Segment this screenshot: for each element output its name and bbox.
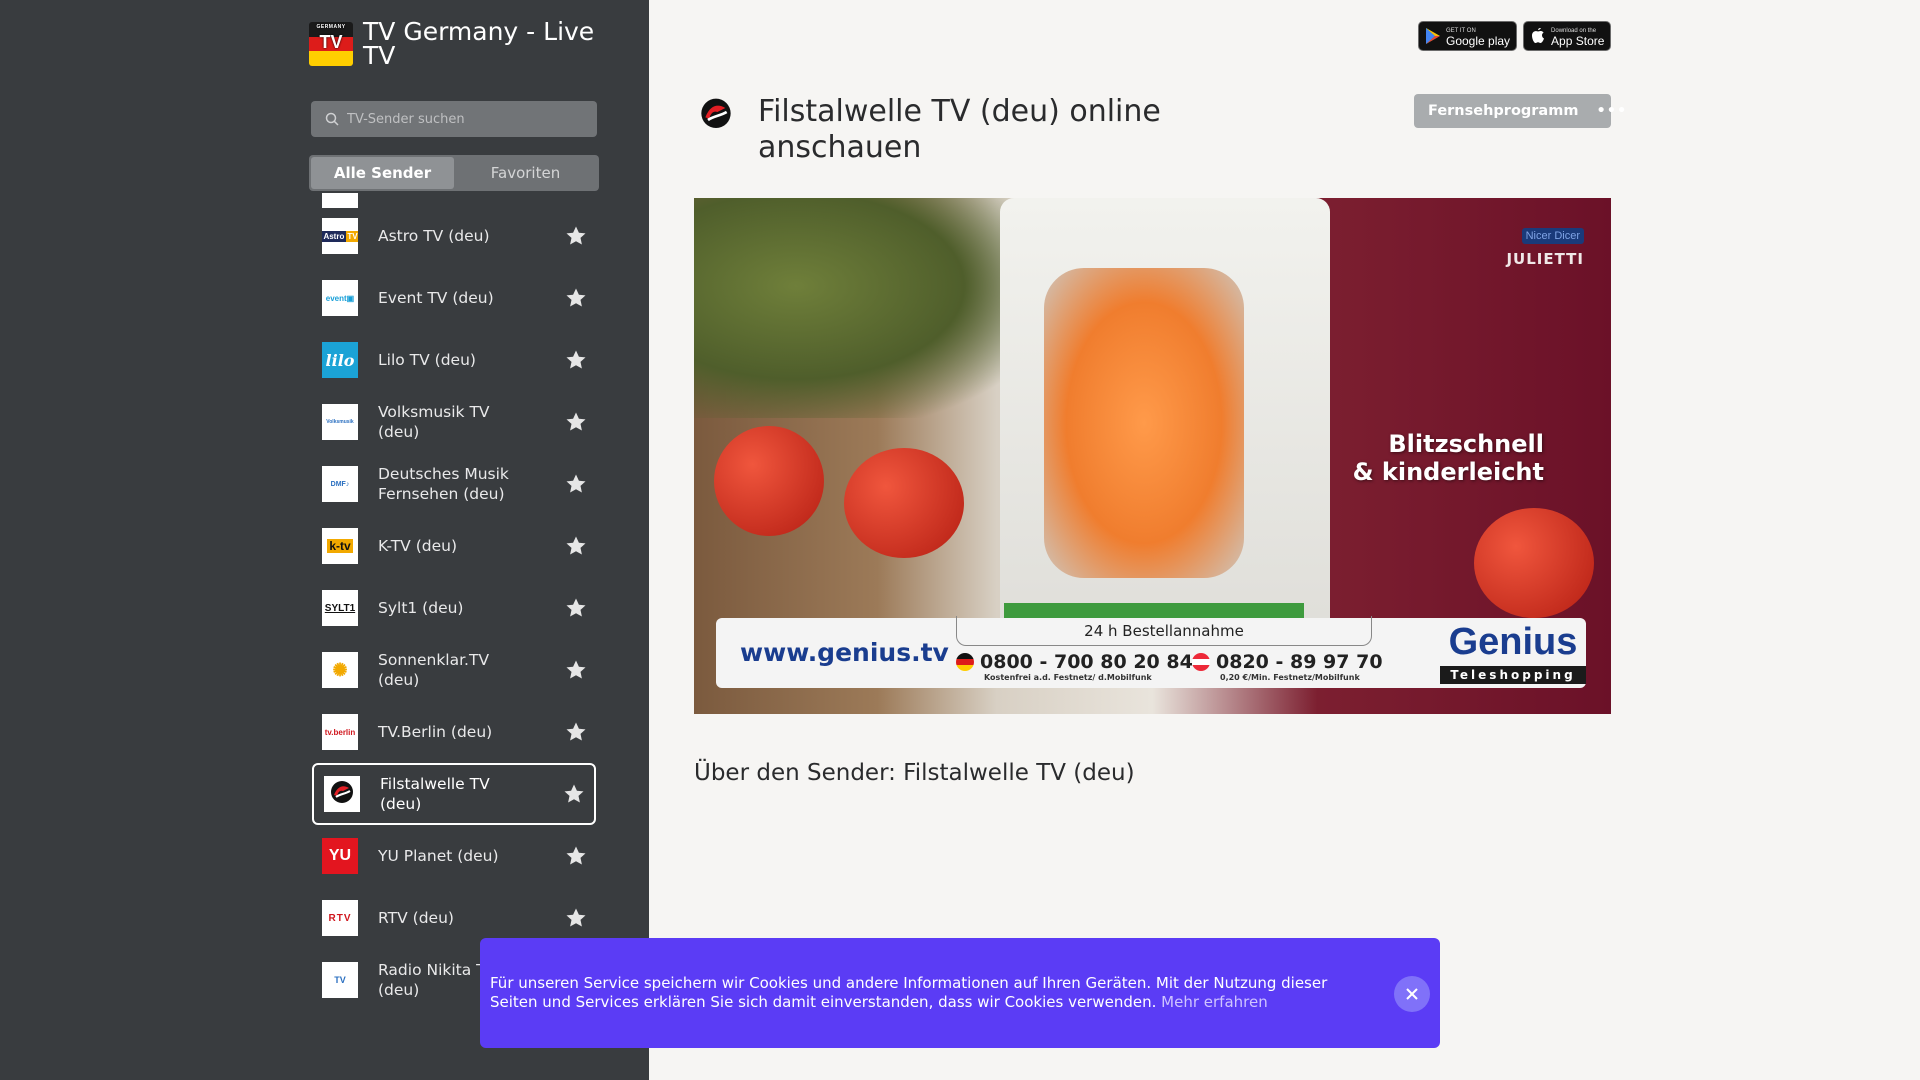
channel-name: K-TV (deu) xyxy=(378,537,457,555)
order-url: www.genius.tv xyxy=(740,638,949,667)
channel-item[interactable]: DMF♪ Deutsches Musik Fernsehen (deu) xyxy=(312,453,596,515)
channel-name: Deutsches Musik Fernsehen (deu) xyxy=(378,465,509,503)
channel-logo-sylt1: SYLT1 xyxy=(322,590,358,626)
channel-logo-tv-berlin: tv.berlin xyxy=(322,714,358,750)
favorite-star-icon[interactable] xyxy=(564,844,588,868)
channel-name: YU Planet (deu) xyxy=(378,847,499,865)
germany-flag-icon xyxy=(956,653,974,671)
channel-item[interactable]: tv.berlin TV.Berlin (deu) xyxy=(312,701,596,763)
carrot-window-shape xyxy=(1044,268,1244,578)
channel-name: Astro TV (deu) xyxy=(378,227,490,245)
favorite-star-icon[interactable] xyxy=(564,286,588,310)
channel-item[interactable]: Astro TV Astro TV (deu) xyxy=(312,205,596,267)
favorite-star-icon[interactable] xyxy=(562,782,586,806)
order-label: 24 h Bestellannahme xyxy=(956,616,1372,646)
tv-program-label: Fernsehprogramm xyxy=(1428,103,1579,119)
tomato-shape xyxy=(844,448,964,558)
channel-logo-event-tv: event▣ xyxy=(322,280,358,316)
tab-all-channels[interactable]: Alle Sender xyxy=(311,157,454,189)
channel-logo-nikita-tv: TV xyxy=(322,962,358,998)
channel-logo-dmf: DMF♪ xyxy=(322,466,358,502)
favorite-star-icon[interactable] xyxy=(564,410,588,434)
tomato-shape xyxy=(1474,508,1594,618)
channel-name: Volksmusik TV (deu) xyxy=(378,403,490,441)
channel-name: Event TV (deu) xyxy=(378,289,494,307)
close-icon xyxy=(1406,988,1418,1000)
favorite-star-icon[interactable] xyxy=(564,906,588,930)
search-box[interactable] xyxy=(311,101,597,137)
google-play-badge[interactable]: GET IT ON Google play xyxy=(1418,21,1518,51)
genius-logo: Genius Teleshopping xyxy=(1440,618,1586,684)
store-badges: GET IT ON Google play Download on the Ap… xyxy=(1418,21,1612,51)
channel-name: Lilo TV (deu) xyxy=(378,351,476,369)
channel-name: TV.Berlin (deu) xyxy=(378,723,493,741)
about-heading: Über den Sender: Filstalwelle TV (deu) xyxy=(694,760,1135,786)
favorite-star-icon[interactable] xyxy=(564,658,588,682)
channel-logo-yu-planet: YU xyxy=(322,838,358,874)
order-bar: www.genius.tv 24 h Bestellannahme 0800 -… xyxy=(716,616,1586,688)
cookie-more-link[interactable]: Mehr erfahren xyxy=(1161,993,1268,1011)
search-icon xyxy=(325,112,339,126)
phone-de: 0800 - 700 80 20 846 Kostenfrei a.d. Fes… xyxy=(956,651,1206,682)
channel-name: Sylt1 (deu) xyxy=(378,599,464,617)
app-logo-icon: GERMANY TV xyxy=(309,22,353,66)
favorite-star-icon[interactable] xyxy=(564,596,588,620)
app-title: TV Germany - Live TV xyxy=(363,17,595,70)
apple-icon xyxy=(1532,27,1545,43)
video-tagline: Blitzschnell & kinderleicht xyxy=(1352,430,1544,486)
channel-name: RTV (deu) xyxy=(378,909,454,927)
channel-logo-astro-tv: Astro TV xyxy=(322,218,358,254)
video-player[interactable]: Nicer Dicer JULIETTI Blitzschnell & kind… xyxy=(694,198,1611,714)
channel-item[interactable]: k-tv K-TV (deu) xyxy=(312,515,596,577)
channel-item[interactable]: lilo Lilo TV (deu) xyxy=(312,329,596,391)
app-store-badge[interactable]: Download on the App Store xyxy=(1523,21,1612,51)
channel-item[interactable]: event▣ Event TV (deu) xyxy=(312,267,596,329)
channel-logo-rtv: RTV xyxy=(322,900,358,936)
app-brand[interactable]: GERMANY TV TV Germany - Live TV xyxy=(309,17,603,70)
tab-favorites[interactable]: Favoriten xyxy=(454,157,597,189)
tv-program-button[interactable]: Fernsehprogramm ••• xyxy=(1414,94,1626,128)
page-title: Filstalwelle TV (deu) online anschauen xyxy=(758,94,1161,165)
channel-item[interactable]: Volksmusik Volksmusik TV (deu) xyxy=(312,391,596,453)
favorite-star-icon[interactable] xyxy=(564,224,588,248)
channel-item[interactable]: SYLT1 Sylt1 (deu) xyxy=(312,577,596,639)
favorite-star-icon[interactable] xyxy=(564,472,588,496)
tomato-shape xyxy=(714,426,824,536)
more-icon: ••• xyxy=(1596,103,1628,119)
filstalwelle-logo-icon xyxy=(694,94,738,138)
phone-at: 0820 - 89 97 70 0,20 €/Min. Festnetz/Mob… xyxy=(1192,651,1383,682)
google-play-icon xyxy=(1426,28,1440,44)
favorite-star-icon[interactable] xyxy=(564,534,588,558)
page-header: Filstalwelle TV (deu) online anschauen xyxy=(694,94,1228,166)
channel-logo-lilo-tv: lilo xyxy=(322,342,358,378)
close-button[interactable] xyxy=(1394,976,1430,1012)
favorite-star-icon[interactable] xyxy=(564,348,588,372)
channel-item[interactable]: YU YU Planet (deu) xyxy=(312,825,596,887)
search-input[interactable] xyxy=(347,111,587,127)
austria-flag-icon xyxy=(1192,653,1210,671)
channel-item-active[interactable]: Filstalwelle TV (deu) xyxy=(312,763,596,825)
channel-logo-sonnenklar: ✺ xyxy=(322,652,358,688)
channel-name: Sonnenklar.TV (deu) xyxy=(378,651,490,689)
channel-logo-filstalwelle xyxy=(324,776,360,812)
product-brand: Nicer Dicer JULIETTI xyxy=(1506,228,1584,268)
channel-tabs: Alle Sender Favoriten xyxy=(309,155,599,191)
sidebar: GERMANYTV TV Germany - Live TV Alle Send… xyxy=(0,0,649,1080)
channel-name: Filstalwelle TV (deu) xyxy=(380,775,490,813)
channel-item[interactable]: ✺ Sonnenklar.TV (deu) xyxy=(312,639,596,701)
cookie-text: Für unseren Service speichern wir Cookie… xyxy=(490,974,1328,1011)
channel-logo-k-tv: k-tv xyxy=(322,528,358,564)
channel-logo-volksmusik-tv: Volksmusik xyxy=(322,404,358,440)
favorite-star-icon[interactable] xyxy=(564,720,588,744)
cookie-banner: Für unseren Service speichern wir Cookie… xyxy=(480,938,1440,1048)
